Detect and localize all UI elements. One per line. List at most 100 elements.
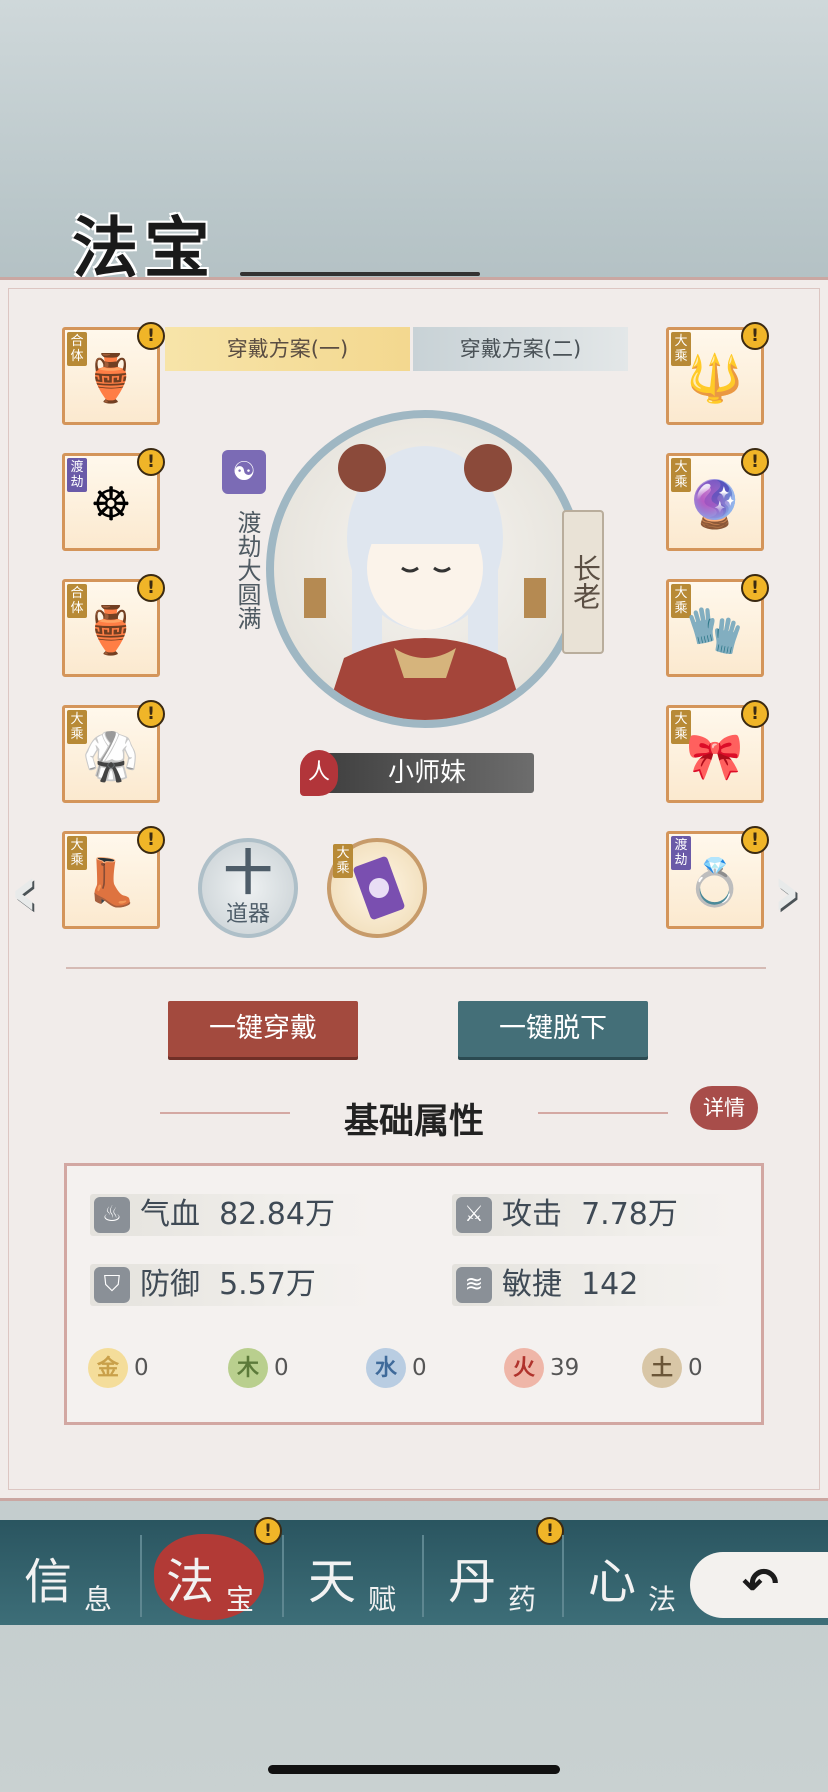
nav-mind[interactable]: 心 法 bbox=[564, 1520, 684, 1625]
nav-pill[interactable]: 丹 药 ! bbox=[424, 1517, 564, 1625]
unequip-all-button[interactable]: 一键脱下 bbox=[458, 1001, 648, 1057]
talisman-slot[interactable]: 大乘 bbox=[327, 838, 427, 938]
realm-label: 渡劫大圆满 bbox=[233, 510, 261, 630]
element-earth: 土 0 bbox=[642, 1348, 732, 1388]
equip-slot-left-1[interactable]: 合体 🏺 ! bbox=[62, 322, 165, 425]
alert-icon: ! bbox=[741, 700, 769, 728]
stat-value: 7.78万 bbox=[581, 1197, 678, 1232]
element-value: 0 bbox=[134, 1355, 149, 1381]
equip-slot-right-4[interactable]: 大乘 🎀 ! bbox=[666, 700, 769, 803]
back-arrow-icon: ↶ bbox=[742, 1559, 779, 1610]
item-icon: ☸ bbox=[90, 477, 132, 531]
item-icon: 🔮 bbox=[686, 477, 744, 531]
item-icon: 🥋 bbox=[82, 729, 140, 783]
item-icon: 🔱 bbox=[686, 351, 744, 405]
equip-slot-left-2[interactable]: 渡劫 ☸ ! bbox=[62, 448, 165, 551]
character-name: 小师妹 bbox=[320, 753, 534, 793]
item-icon: 🧤 bbox=[686, 603, 744, 657]
alert-icon: ! bbox=[137, 574, 165, 602]
item-icon: 💍 bbox=[686, 855, 744, 909]
metal-icon: 金 bbox=[88, 1348, 128, 1388]
alert-icon: ! bbox=[254, 1517, 282, 1545]
equip-slot-right-1[interactable]: 大乘 🔱 ! bbox=[666, 322, 769, 425]
alert-icon: ! bbox=[137, 700, 165, 728]
character-avatar[interactable] bbox=[266, 410, 584, 728]
wing-icon: ≋ bbox=[456, 1267, 492, 1303]
nav-sublabel: 法 bbox=[648, 1583, 677, 1616]
nav-sublabel: 药 bbox=[508, 1583, 537, 1616]
equip-all-button[interactable]: 一键穿戴 bbox=[168, 1001, 358, 1057]
tab-plan-2[interactable]: 穿戴方案(二) bbox=[413, 327, 628, 371]
back-button[interactable]: ↶ bbox=[690, 1552, 828, 1618]
element-metal: 金 0 bbox=[88, 1348, 178, 1388]
alert-icon: ! bbox=[137, 322, 165, 350]
divider bbox=[66, 967, 766, 969]
daoqi-slot[interactable]: 十 道器 bbox=[198, 838, 298, 938]
alert-icon: ! bbox=[741, 574, 769, 602]
item-icon: 🎀 bbox=[686, 729, 744, 783]
alert-icon: ! bbox=[536, 1517, 564, 1545]
shield-icon: ⛉ bbox=[94, 1267, 130, 1303]
item-icon: 👢 bbox=[82, 855, 140, 909]
tab-plan-1[interactable]: 穿戴方案(一) bbox=[165, 327, 410, 371]
equip-slot-right-2[interactable]: 大乘 🔮 ! bbox=[666, 448, 769, 551]
water-icon: 水 bbox=[366, 1348, 406, 1388]
stat-value: 82.84万 bbox=[219, 1197, 335, 1232]
nav-label: 心 bbox=[588, 1554, 637, 1610]
equip-slot-right-5[interactable]: 渡劫 💍 ! bbox=[666, 826, 769, 929]
nav-label: 法 bbox=[166, 1554, 215, 1610]
wood-icon: 木 bbox=[228, 1348, 268, 1388]
race-badge: 人 bbox=[300, 750, 338, 796]
equip-slot-right-3[interactable]: 大乘 🧤 ! bbox=[666, 574, 769, 677]
hp-icon: ♨ bbox=[94, 1197, 130, 1233]
stat-value: 5.57万 bbox=[219, 1267, 316, 1302]
nav-sublabel: 宝 bbox=[226, 1583, 255, 1616]
next-character-arrow[interactable]: › bbox=[772, 850, 801, 932]
equip-slot-left-4[interactable]: 大乘 🥋 ! bbox=[62, 700, 165, 803]
alert-icon: ! bbox=[137, 826, 165, 854]
nav-fabao[interactable]: 法 宝 ! bbox=[142, 1517, 282, 1625]
rank-tag: 长老 bbox=[562, 510, 604, 654]
nav-label: 天 bbox=[308, 1554, 357, 1610]
stat-label: 防御 bbox=[140, 1267, 200, 1302]
item-icon: 🏺 bbox=[82, 603, 140, 657]
attack-icon: ⚔ bbox=[456, 1197, 492, 1233]
character-portrait bbox=[304, 444, 546, 720]
grade-tag: 大乘 bbox=[333, 844, 353, 878]
stat-hp: ♨ 气血 82.84万 bbox=[90, 1194, 374, 1236]
equip-slot-left-5[interactable]: 大乘 👢 ! bbox=[62, 826, 165, 929]
title-underline bbox=[240, 272, 480, 276]
stat-label: 敏捷 bbox=[502, 1267, 562, 1302]
nav-label: 丹 bbox=[448, 1554, 497, 1610]
element-water: 水 0 bbox=[366, 1348, 456, 1388]
item-icon: 🏺 bbox=[82, 351, 140, 405]
nav-talent[interactable]: 天 赋 bbox=[284, 1520, 424, 1625]
stat-label: 气血 bbox=[140, 1197, 200, 1232]
nav-sublabel: 赋 bbox=[368, 1583, 397, 1616]
stat-attack: ⚔ 攻击 7.78万 bbox=[452, 1194, 736, 1236]
add-icon: 十 bbox=[223, 845, 272, 901]
earth-icon: 土 bbox=[642, 1348, 682, 1388]
realm-icon: ☯ bbox=[222, 450, 266, 494]
element-fire: 火 39 bbox=[504, 1348, 594, 1388]
nav-sublabel: 息 bbox=[84, 1583, 113, 1616]
nav-label: 信 bbox=[24, 1554, 73, 1610]
prev-character-arrow[interactable]: ‹ bbox=[10, 850, 39, 932]
nav-info[interactable]: 信 息 bbox=[0, 1520, 140, 1625]
stat-defense: ⛉ 防御 5.57万 bbox=[90, 1264, 374, 1306]
element-value: 39 bbox=[550, 1355, 580, 1381]
alert-icon: ! bbox=[741, 448, 769, 476]
details-button[interactable]: 详情 bbox=[690, 1086, 758, 1130]
stat-label: 攻击 bbox=[502, 1197, 562, 1232]
fire-icon: 火 bbox=[504, 1348, 544, 1388]
home-indicator[interactable] bbox=[268, 1765, 560, 1774]
alert-icon: ! bbox=[741, 322, 769, 350]
alert-icon: ! bbox=[741, 826, 769, 854]
element-value: 0 bbox=[274, 1355, 289, 1381]
daoqi-label: 道器 bbox=[225, 902, 270, 927]
stat-agility: ≋ 敏捷 142 bbox=[452, 1264, 736, 1306]
equip-slot-left-3[interactable]: 合体 🏺 ! bbox=[62, 574, 165, 677]
alert-icon: ! bbox=[137, 448, 165, 476]
element-value: 0 bbox=[412, 1355, 427, 1381]
element-wood: 木 0 bbox=[228, 1348, 318, 1388]
